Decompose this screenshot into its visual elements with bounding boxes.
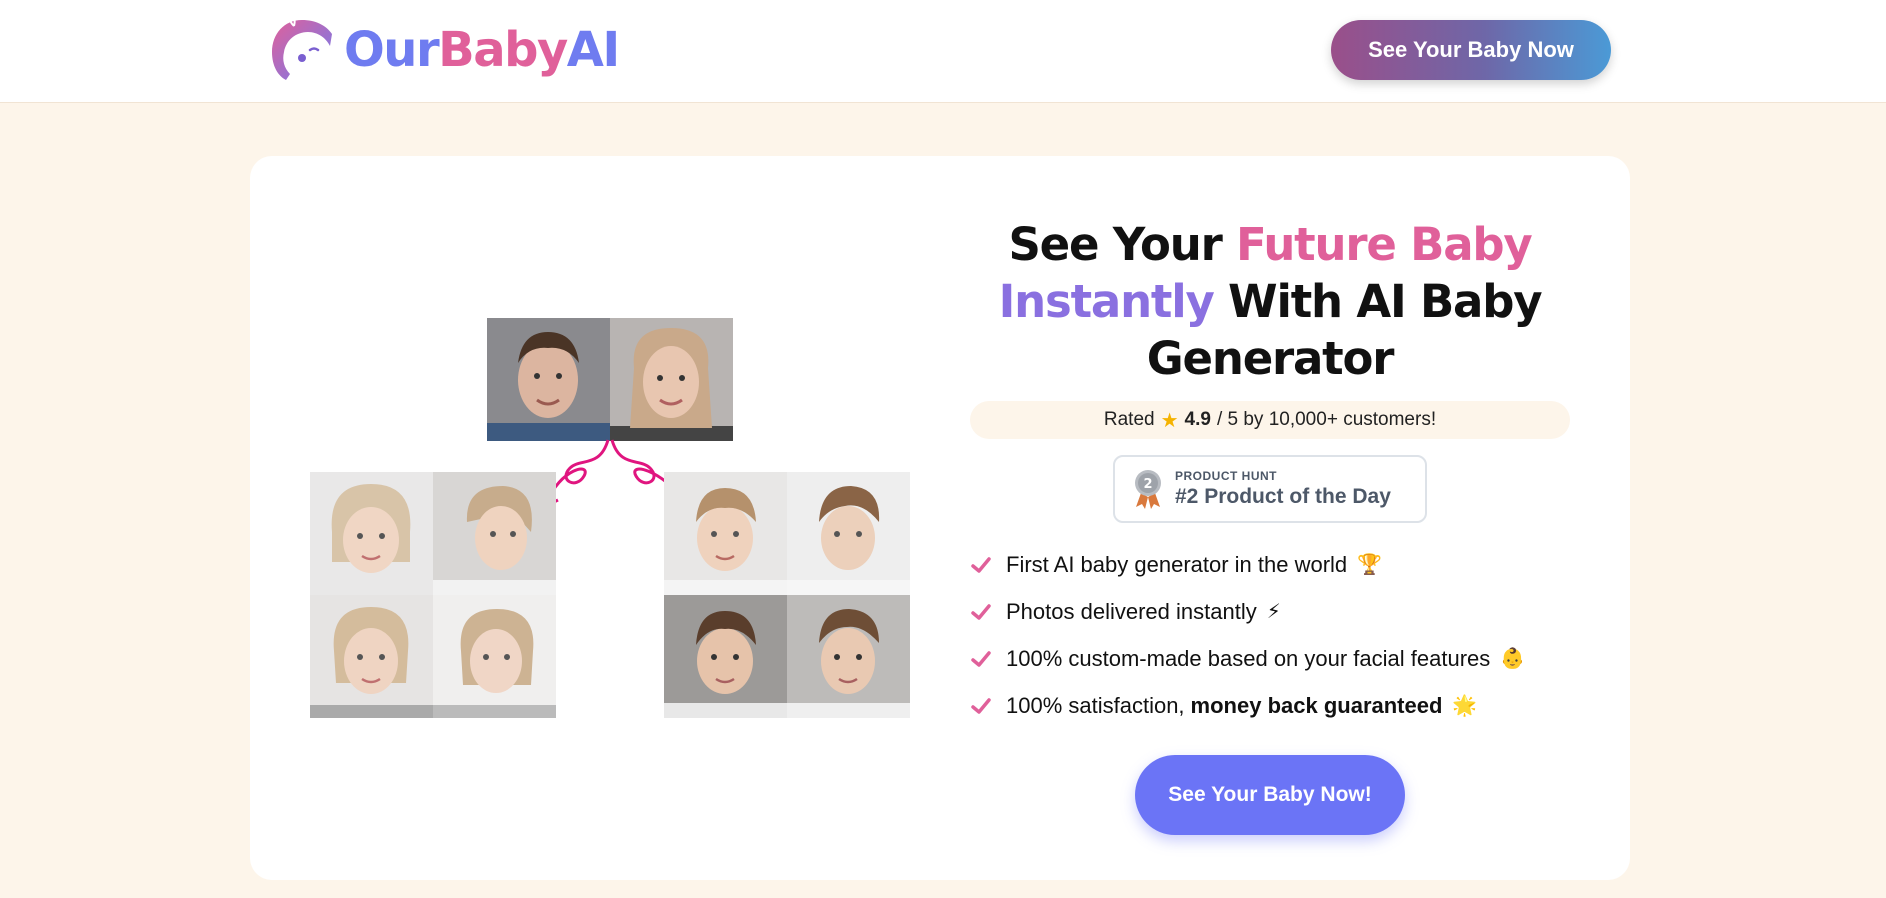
child-photo xyxy=(787,472,910,595)
sparkle-star-icon: 🌟 xyxy=(1452,695,1478,717)
baby-logo-icon xyxy=(272,16,332,80)
hero-card: See Your Future Baby Instantly With AI Ba… xyxy=(250,156,1630,880)
child-photo xyxy=(787,595,910,718)
headline-highlight-instantly: Instantly xyxy=(998,275,1215,328)
child-photo xyxy=(433,472,556,595)
baby-icon: 👶 xyxy=(1500,648,1526,670)
hero-headline: See Your Future Baby Instantly With AI Ba… xyxy=(970,216,1570,387)
site-header: OurBabyAI See Your Baby Now xyxy=(0,0,1886,103)
feature-text: 100% custom-made based on your facial fe… xyxy=(1006,645,1491,671)
feature-text: Photos delivered instantly xyxy=(1006,598,1257,624)
rating-prefix: Rated xyxy=(1103,409,1155,430)
logo-text: OurBabyAI xyxy=(344,26,620,74)
lightning-icon: ⚡ xyxy=(1266,601,1281,623)
rating-suffix: / 5 by 10,000+ customers! xyxy=(1216,409,1437,430)
child-photo xyxy=(310,472,433,595)
rating-score: 4.9 xyxy=(1184,409,1211,430)
feature-item: 100% custom-made based on your facial fe… xyxy=(970,635,1570,682)
feature-text: 100% satisfaction, xyxy=(1006,692,1185,718)
logo-text-our: Our xyxy=(344,22,440,78)
medal-number: 2 xyxy=(1143,477,1152,492)
hero-content: See Your Future Baby Instantly With AI Ba… xyxy=(970,216,1570,835)
rating-bar: Rated ★ 4.9 / 5 by 10,000+ customers! xyxy=(970,401,1570,439)
trophy-icon: 🏆 xyxy=(1357,554,1383,576)
headline-highlight-future-baby: Future Baby xyxy=(1236,218,1533,271)
headline-part-1: See Your xyxy=(1008,218,1237,271)
check-icon xyxy=(971,603,991,620)
check-icon xyxy=(971,697,991,714)
child-photo xyxy=(664,472,787,595)
feature-item: Photos delivered instantly ⚡ xyxy=(970,588,1570,635)
logo-text-ai: AI xyxy=(566,22,621,78)
logo-link[interactable]: OurBabyAI xyxy=(268,16,620,84)
star-icon: ★ xyxy=(1160,409,1179,432)
product-hunt-label: PRODUCT HUNT xyxy=(1175,469,1277,483)
feature-item: First AI baby generator in the world 🏆 xyxy=(970,541,1570,588)
feature-bold-text: money back guaranteed xyxy=(1190,692,1443,718)
child-photo xyxy=(310,595,433,718)
example-photos xyxy=(310,318,910,718)
hero-cta-button[interactable]: See Your Baby Now! xyxy=(1135,755,1405,835)
medal-icon: 2 xyxy=(1135,470,1161,509)
product-hunt-text: PRODUCT HUNT #2 Product of the Day xyxy=(1175,469,1391,509)
feature-list: First AI baby generator in the world 🏆 P… xyxy=(970,541,1570,729)
feature-text: First AI baby generator in the world xyxy=(1006,551,1348,577)
check-icon xyxy=(971,556,991,573)
check-icon xyxy=(971,650,991,667)
header-cta-button[interactable]: See Your Baby Now xyxy=(1331,20,1611,80)
feature-item: 100% satisfaction, money back guaranteed… xyxy=(970,682,1570,729)
product-hunt-title: #2 Product of the Day xyxy=(1175,485,1391,508)
mother-photo xyxy=(610,318,733,441)
logo-text-baby: Baby xyxy=(438,22,568,78)
father-photo xyxy=(487,318,610,441)
child-photo xyxy=(664,595,787,718)
child-photo xyxy=(433,595,556,718)
product-hunt-badge[interactable]: 2 PRODUCT HUNT #2 Product of the Day xyxy=(1113,455,1427,523)
